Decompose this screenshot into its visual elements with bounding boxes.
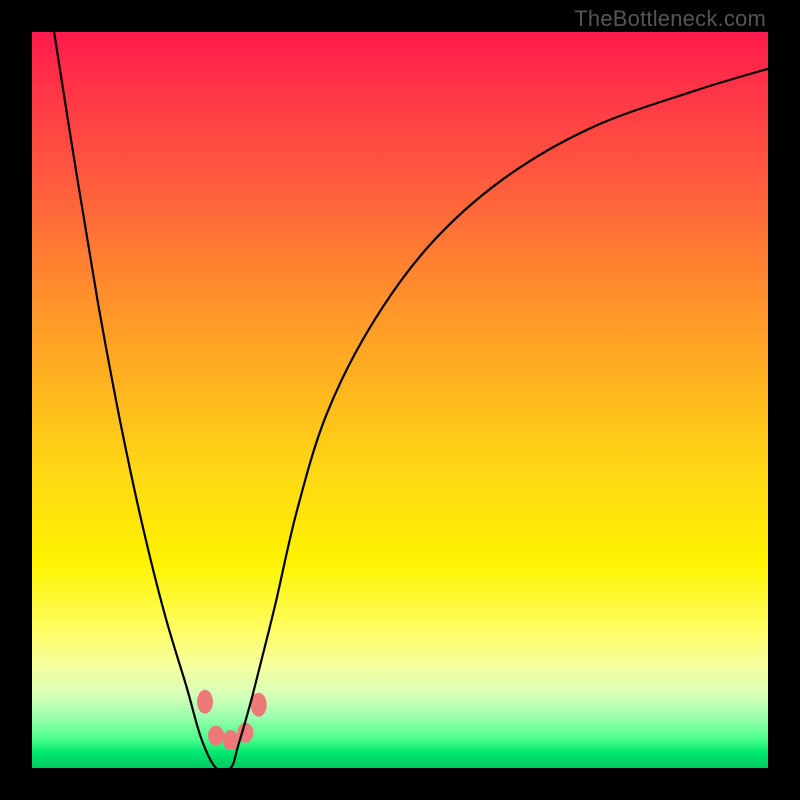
curve-marker-0 — [197, 690, 213, 714]
watermark-text: TheBottleneck.com — [574, 6, 766, 32]
curve-marker-2 — [223, 730, 239, 750]
chart-svg — [32, 32, 768, 768]
curve-marker-1 — [208, 726, 224, 746]
marker-group — [197, 690, 267, 750]
bottleneck-curve — [54, 32, 768, 768]
plot-area — [32, 32, 768, 768]
chart-frame: TheBottleneck.com — [0, 0, 800, 800]
